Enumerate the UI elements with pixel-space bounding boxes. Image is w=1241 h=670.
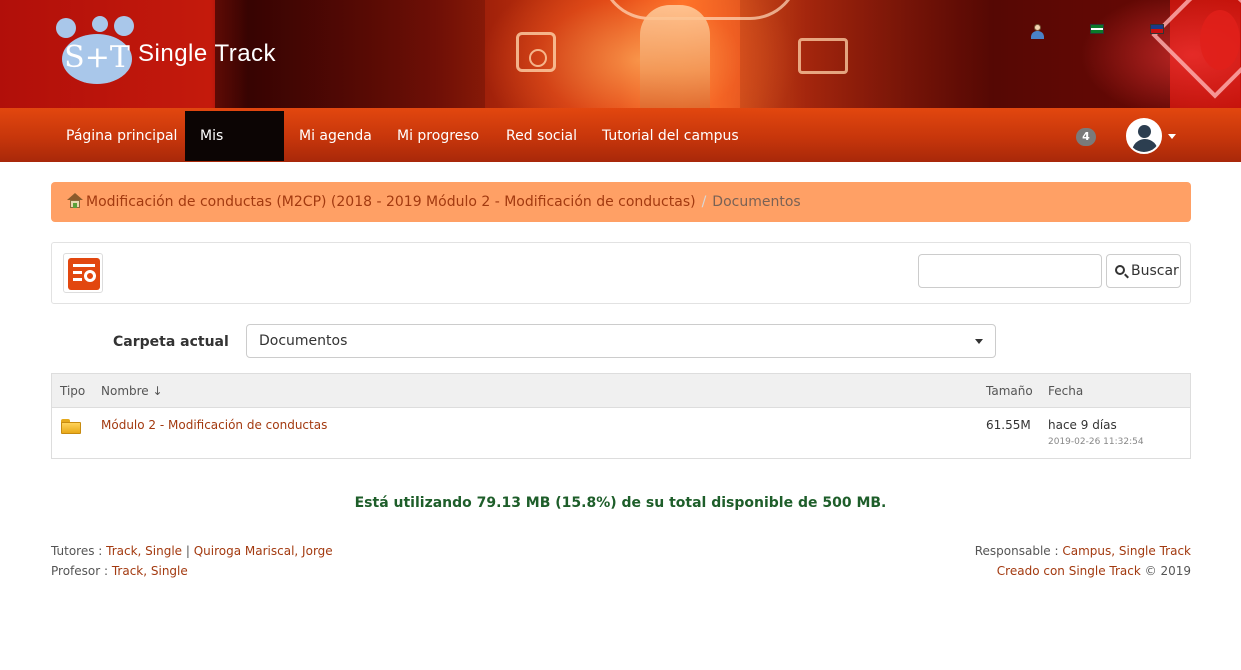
created-with-link[interactable]: Creado con Single Track bbox=[997, 564, 1141, 578]
date-exact: 2019-02-26 11:32:54 bbox=[1048, 437, 1144, 447]
current-folder-label: Carpeta actual bbox=[113, 334, 229, 350]
user-icon[interactable] bbox=[1030, 24, 1044, 39]
banner-finger bbox=[640, 5, 710, 108]
search-icon bbox=[1115, 265, 1125, 275]
site-logo[interactable]: S+T bbox=[56, 16, 136, 86]
folder-name-link[interactable]: Módulo 2 - Modificación de conductas bbox=[101, 418, 327, 432]
responsible-link[interactable]: Campus, Single Track bbox=[1062, 544, 1191, 558]
search-input[interactable] bbox=[918, 254, 1102, 288]
logo-bubble bbox=[92, 16, 108, 32]
storage-quota-text: Está utilizando 79.13 MB (15.8%) de su t… bbox=[354, 495, 887, 511]
search-button-label: Buscar bbox=[1131, 263, 1179, 279]
documents-table: Tipo Nombre ↓ Tamaño Fecha Módulo 2 - Mo… bbox=[51, 373, 1191, 459]
folder-icon[interactable] bbox=[61, 419, 81, 434]
footer-right: Responsable : Campus, Single Track Cread… bbox=[975, 541, 1191, 581]
nav-item-agenda[interactable]: Mi agenda bbox=[284, 111, 387, 161]
responsible-label: Responsable : bbox=[974, 544, 1063, 558]
banner-paw-shape bbox=[1200, 10, 1240, 70]
column-header-name[interactable]: Nombre ↓ bbox=[101, 374, 163, 408]
nav-item-social[interactable]: Red social bbox=[491, 111, 592, 161]
tutors-label: Tutores : bbox=[51, 544, 107, 558]
chevron-down-icon[interactable] bbox=[1168, 134, 1176, 139]
column-header-size[interactable]: Tamaño bbox=[986, 374, 1033, 408]
table-header: Tipo Nombre ↓ Tamaño Fecha bbox=[52, 374, 1190, 408]
banner-device-icon bbox=[516, 32, 556, 72]
main-navbar: Página principal Mis cursos Mi agenda Mi… bbox=[0, 108, 1241, 194]
professor-label: Profesor : bbox=[51, 564, 112, 578]
breadcrumb-current: Documentos bbox=[712, 194, 801, 210]
copyright-text: © 2019 bbox=[1140, 564, 1191, 578]
column-header-date[interactable]: Fecha bbox=[1048, 374, 1083, 408]
breadcrumb-course-link[interactable]: Modificación de conductas (M2CP) (2018 -… bbox=[86, 194, 696, 210]
presentation-icon bbox=[68, 258, 100, 290]
nav-item-my-courses[interactable]: Mis cursos bbox=[185, 111, 284, 194]
logo-bubble bbox=[114, 16, 134, 36]
tutor-link[interactable]: Track, Single bbox=[106, 544, 182, 558]
breadcrumb: Modificación de conductas (M2CP) (2018 -… bbox=[51, 182, 1191, 222]
current-folder-select[interactable]: Documentos bbox=[246, 324, 996, 358]
nav-item-home[interactable]: Página principal bbox=[51, 111, 192, 161]
column-header-type[interactable]: Tipo bbox=[60, 374, 85, 408]
file-size: 61.55M bbox=[986, 418, 1031, 432]
notification-badge[interactable]: 4 bbox=[1076, 128, 1096, 146]
language-flag-icon[interactable] bbox=[1090, 24, 1104, 34]
date-relative: hace 9 días bbox=[1048, 418, 1117, 432]
tutor-separator: | bbox=[182, 544, 194, 558]
banner-screen-icon bbox=[798, 38, 848, 74]
breadcrumb-separator: / bbox=[701, 194, 707, 210]
search-button[interactable]: Buscar bbox=[1106, 254, 1181, 288]
avatar[interactable] bbox=[1126, 118, 1162, 154]
footer-left: Tutores : Track, Single | Quiroga Marisc… bbox=[51, 541, 333, 581]
presentation-button[interactable] bbox=[63, 253, 103, 293]
nav-item-progress[interactable]: Mi progreso bbox=[382, 111, 494, 161]
current-folder-value: Documentos bbox=[259, 333, 348, 349]
tutor-link[interactable]: Quiroga Mariscal, Jorge bbox=[194, 544, 333, 558]
documents-toolbar: Buscar bbox=[51, 242, 1191, 304]
logo-mark: S+T bbox=[64, 40, 130, 75]
language-flag-icon[interactable] bbox=[1150, 24, 1164, 34]
brand-name[interactable]: Single Track bbox=[138, 40, 276, 68]
home-icon[interactable] bbox=[66, 192, 84, 209]
logo-bubble bbox=[56, 18, 76, 38]
professor-link[interactable]: Track, Single bbox=[112, 564, 188, 578]
chevron-down-icon bbox=[975, 339, 983, 344]
nav-item-tutorial[interactable]: Tutorial del campus bbox=[587, 111, 754, 161]
